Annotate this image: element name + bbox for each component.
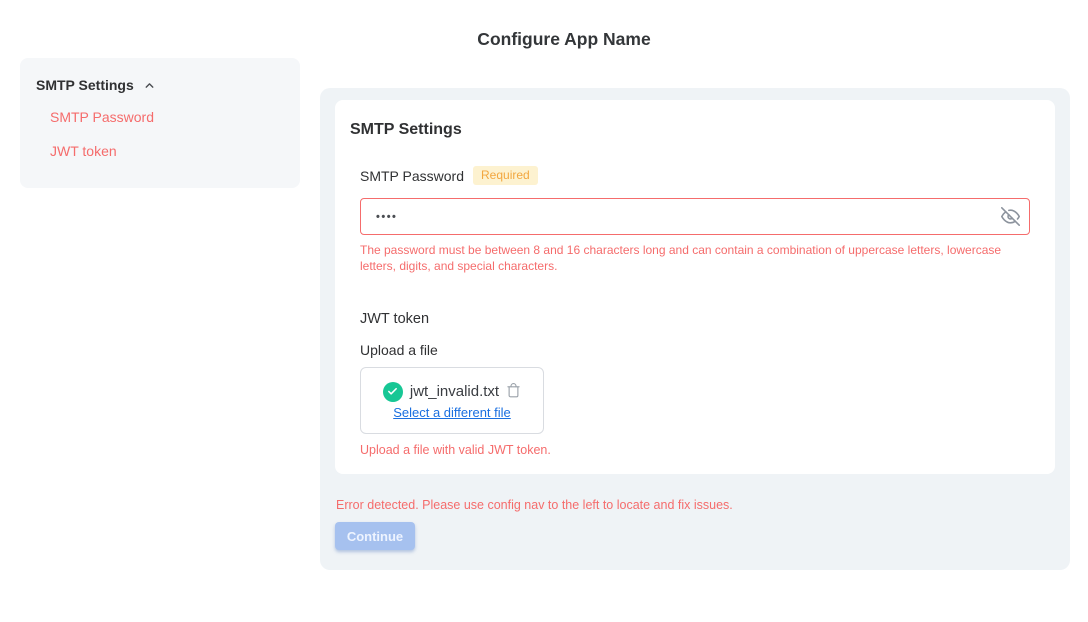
page-title: Configure App Name	[477, 29, 650, 50]
upload-file-label: Upload a file	[360, 342, 1040, 358]
config-nav: SMTP Settings SMTP Password JWT token	[20, 58, 300, 188]
chevron-up-icon	[143, 78, 156, 92]
check-circle-icon	[383, 382, 403, 402]
sidebar-section-smtp-settings[interactable]: SMTP Settings	[36, 77, 284, 93]
smtp-settings-card: SMTP Settings SMTP Password Required	[335, 100, 1055, 474]
eye-off-icon	[1001, 214, 1020, 229]
jwt-token-error: Upload a file with valid JWT token.	[360, 443, 1040, 457]
smtp-password-label: SMTP Password	[360, 168, 464, 184]
uploaded-file-name: jwt_invalid.txt	[410, 383, 499, 400]
jwt-token-label: JWT token	[360, 311, 1040, 327]
continue-button[interactable]: Continue	[335, 522, 415, 550]
delete-file-button[interactable]	[506, 382, 521, 402]
footer-error-message: Error detected. Please use config nav to…	[336, 498, 1055, 512]
smtp-password-error: The password must be between 8 and 16 ch…	[360, 242, 1020, 274]
file-upload-box: jwt_invalid.txt Select a different file	[360, 367, 544, 434]
sidebar-section-label: SMTP Settings	[36, 77, 134, 93]
settings-panel: SMTP Settings SMTP Password Required	[320, 88, 1070, 570]
trash-icon	[506, 382, 521, 402]
sidebar-item-jwt-token[interactable]: JWT token	[50, 142, 284, 161]
card-heading: SMTP Settings	[350, 121, 1040, 139]
sidebar-item-smtp-password[interactable]: SMTP Password	[50, 108, 284, 127]
smtp-password-input[interactable]	[360, 198, 1030, 235]
toggle-password-visibility-button[interactable]	[1000, 207, 1020, 227]
required-badge: Required	[473, 166, 538, 185]
select-different-file-link[interactable]: Select a different file	[393, 405, 511, 420]
